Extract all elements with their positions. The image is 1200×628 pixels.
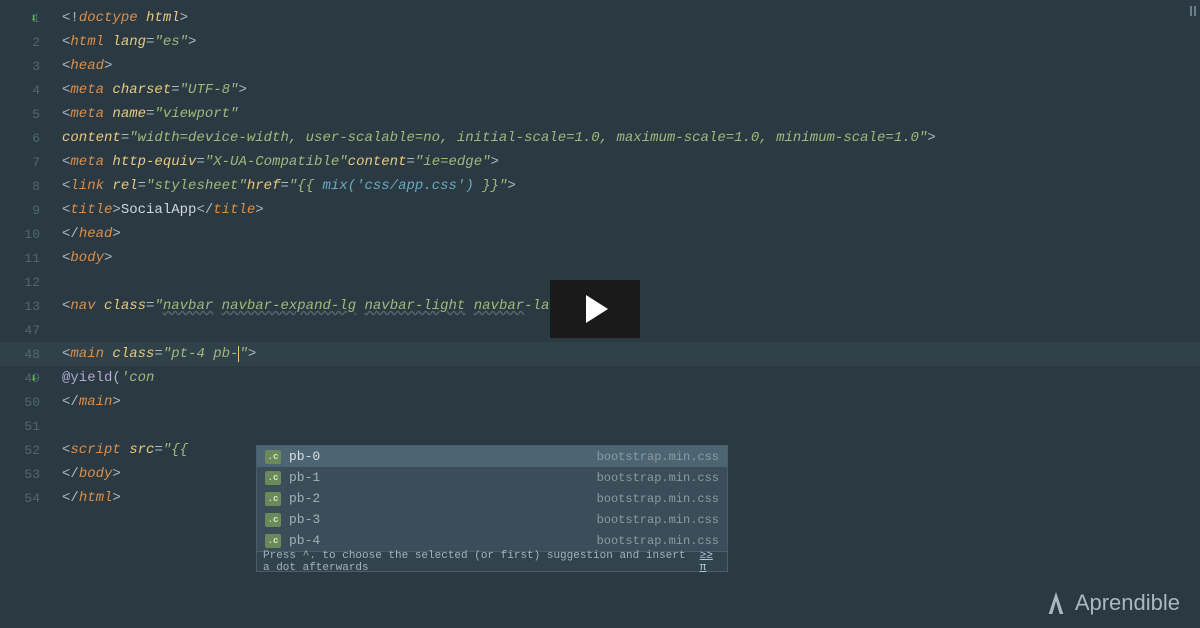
code-line: <!doctype html> [58,6,1200,30]
autocomplete-source: bootstrap.min.css [597,450,719,464]
line-number: ⬇49 [0,366,58,390]
autocomplete-source: bootstrap.min.css [597,492,719,506]
line-number: 9 [0,198,58,222]
css-class-icon: .c [265,471,281,485]
code-line: <link rel="stylesheet" href="{{ mix('css… [58,174,1200,198]
autocomplete-item[interactable]: .c pb-4bootstrap.min.css [257,530,727,551]
autocomplete-label: pb-3 [289,512,597,527]
line-number: 51 [0,414,58,438]
line-number: 7 [0,150,58,174]
code-line: <html lang="es"> [58,30,1200,54]
play-button[interactable] [550,280,640,338]
line-number: 3 [0,54,58,78]
vcs-marker-icon: ⬇ [30,371,37,386]
autocomplete-hint-link[interactable]: ≥≥ π [700,550,721,574]
code-line: @yield('con [58,366,1200,390]
code-line: <meta http-equiv="X-UA-Compatible" conte… [58,150,1200,174]
css-class-icon: .c [265,492,281,506]
autocomplete-popup[interactable]: .cpb-0bootstrap.min.css .cpb-1bootstrap.… [256,445,728,572]
code-line: content="width=device-width, user-scalab… [58,126,1200,150]
code-line: <head> [58,54,1200,78]
autocomplete-item[interactable]: .c pb-3bootstrap.min.css [257,509,727,530]
code-line: <title>SocialApp</title> [58,198,1200,222]
code-line: </main> [58,390,1200,414]
line-gutter: ⬇1 2 3 4 5 6 7 8 9 10 11 12 13 47 48 ⬇49… [0,0,58,628]
line-number: 6 [0,126,58,150]
autocomplete-source: bootstrap.min.css [597,534,719,548]
css-class-icon: .c [265,513,281,527]
autocomplete-label: pb-0 [289,449,597,464]
css-class-icon: .c [265,534,281,548]
line-number: ⬇1 [0,6,58,30]
line-number: 8 [0,174,58,198]
autocomplete-label: pb-1 [289,470,597,485]
line-number: 47 [0,318,58,342]
line-number-active: 48 [0,342,58,366]
code-line: <meta name="viewport" [58,102,1200,126]
editor-markers-icon [1190,6,1196,16]
line-number: 12 [0,270,58,294]
line-number: 50 [0,390,58,414]
line-number: 5 [0,102,58,126]
watermark-text: Aprendible [1075,590,1180,616]
line-number: 2 [0,30,58,54]
line-number: 11 [0,246,58,270]
line-number: 53 [0,462,58,486]
autocomplete-source: bootstrap.min.css [597,513,719,527]
autocomplete-hint: Press ^. to choose the selected (or firs… [257,551,727,571]
line-number: 4 [0,78,58,102]
autocomplete-label: pb-2 [289,491,597,506]
play-icon [586,295,608,323]
autocomplete-item[interactable]: .c pb-2bootstrap.min.css [257,488,727,509]
code-line-active: <main class="pt-4 pb-"> [58,342,1200,366]
line-number: 13 [0,294,58,318]
watermark: Aprendible [1045,590,1180,616]
vcs-marker-icon: ⬇ [30,11,37,26]
autocomplete-label: pb-4 [289,533,597,548]
line-number: 54 [0,486,58,510]
css-class-icon: .c [265,450,281,464]
autocomplete-item[interactable]: .c pb-0bootstrap.min.css [257,446,727,467]
code-line: <meta charset="UTF-8"> [58,78,1200,102]
code-line [58,414,1200,438]
line-number: 52 [0,438,58,462]
code-line: </head> [58,222,1200,246]
brand-logo-icon [1045,590,1067,616]
code-line: <body> [58,246,1200,270]
autocomplete-item[interactable]: .c pb-1bootstrap.min.css [257,467,727,488]
autocomplete-source: bootstrap.min.css [597,471,719,485]
line-number: 10 [0,222,58,246]
